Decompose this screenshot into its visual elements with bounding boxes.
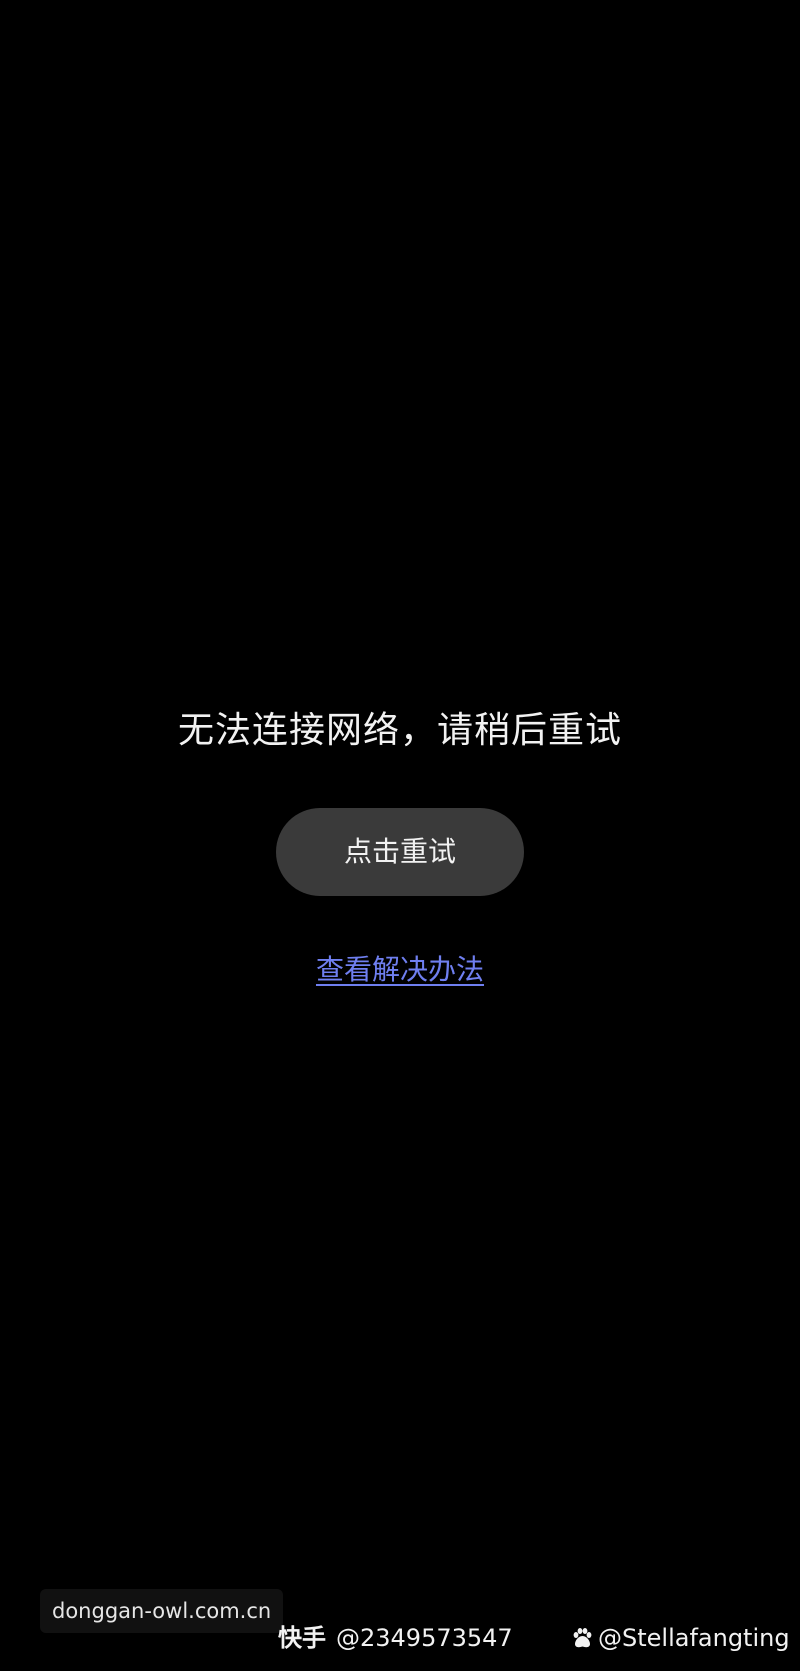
baidu-handle: @Stellafangting xyxy=(598,1624,790,1652)
network-error-message: 无法连接网络，请稍后重试 xyxy=(177,710,622,751)
baidu-watermark: @Stellafangting xyxy=(570,1621,790,1655)
paw-icon xyxy=(573,1628,592,1648)
network-error-screen: 无法连接网络，请稍后重试 点击重试 查看解决办法 donggan-owl.com… xyxy=(0,0,800,1671)
kuaishou-id: @2349573547 xyxy=(336,1624,513,1652)
site-watermark: donggan-owl.com.cn xyxy=(40,1589,284,1633)
kuaishou-watermark: 快手 @2349573547 xyxy=(278,1621,513,1655)
solutions-link-container: 查看解决办法 xyxy=(0,950,800,990)
kuaishou-brand: 快手 xyxy=(278,1624,326,1652)
retry-button[interactable]: 点击重试 xyxy=(276,808,524,896)
view-solutions-link[interactable]: 查看解决办法 xyxy=(316,953,484,986)
